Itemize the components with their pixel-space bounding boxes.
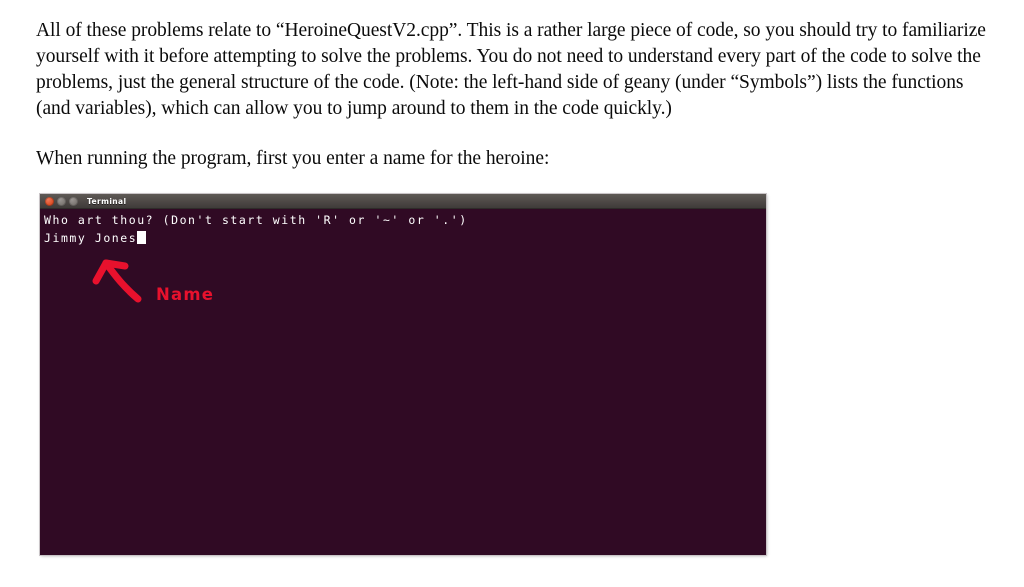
terminal-cursor [137, 231, 147, 244]
terminal-window[interactable]: Terminal Who art thou? (Don't start with… [40, 194, 766, 555]
terminal-body[interactable]: Who art thou? (Don't start with 'R' or '… [40, 209, 766, 555]
terminal-title: Terminal [87, 196, 127, 206]
window-controls [45, 196, 78, 206]
close-icon[interactable] [45, 196, 54, 206]
terminal-titlebar[interactable]: Terminal [40, 194, 766, 209]
terminal-input-line: Jimmy Jones [44, 229, 766, 247]
maximize-icon[interactable] [69, 196, 78, 206]
annotation-label-name: Name [156, 285, 215, 304]
paragraph-intro: All of these problems relate to “Heroine… [36, 20, 986, 119]
document-text: All of these problems relate to “Heroine… [36, 18, 986, 172]
minimize-icon[interactable] [57, 196, 66, 206]
terminal-typed-name: Jimmy Jones [44, 231, 138, 245]
annotation-arrow-icon [92, 259, 142, 303]
terminal-prompt-line: Who art thou? (Don't start with 'R' or '… [44, 213, 468, 227]
paragraph-running-program: When running the program, first you ente… [36, 148, 550, 169]
